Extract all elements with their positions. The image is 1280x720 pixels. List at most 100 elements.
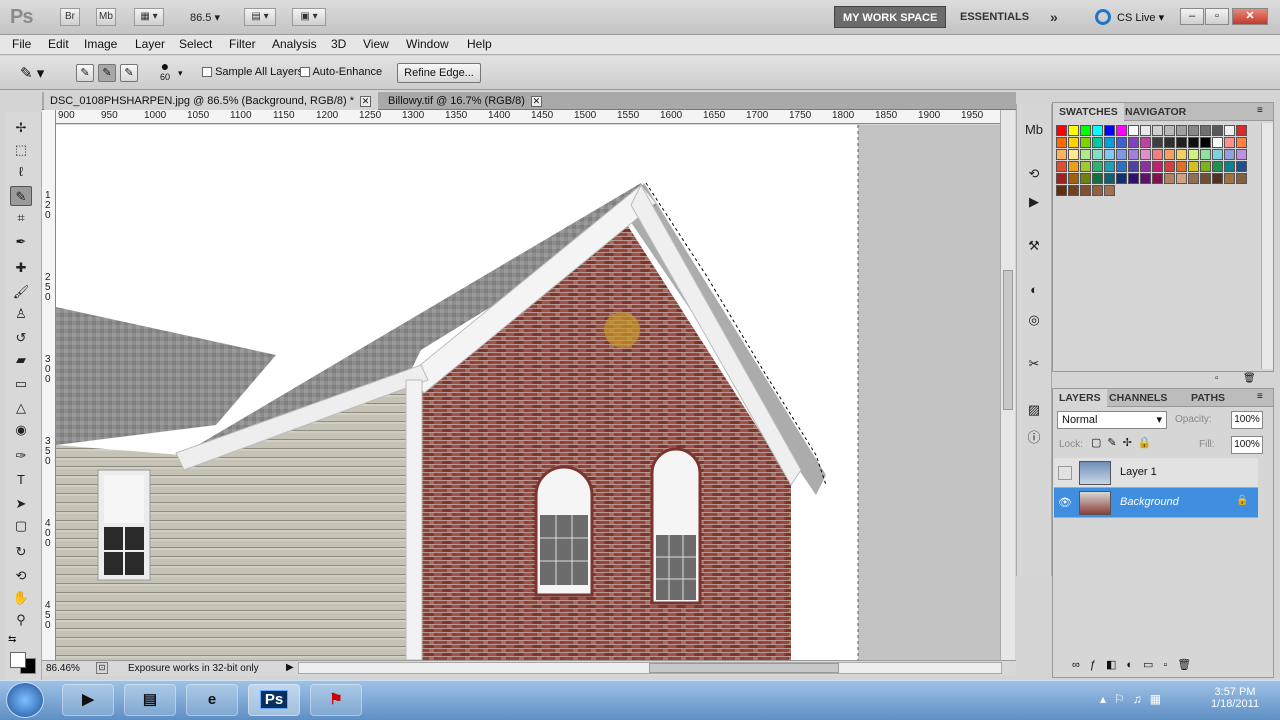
blur-tool[interactable]: △ xyxy=(10,398,32,418)
swatch[interactable] xyxy=(1164,149,1175,160)
swatch[interactable] xyxy=(1116,137,1127,148)
move-tool[interactable]: ✢ xyxy=(10,118,32,138)
tab-layers[interactable]: LAYERS xyxy=(1053,389,1107,407)
swatch[interactable] xyxy=(1080,149,1091,160)
swatch[interactable] xyxy=(1068,185,1079,196)
horizontal-scrollbar[interactable] xyxy=(298,662,1002,674)
gradient-tool[interactable]: ▭ xyxy=(10,374,32,394)
swatch[interactable] xyxy=(1236,173,1247,184)
menu-filter[interactable]: Filter xyxy=(229,37,256,51)
swatch[interactable] xyxy=(1176,161,1187,172)
sample-all-layers-checkbox[interactable]: Sample All Layers xyxy=(202,66,303,78)
delete-swatch-icon[interactable]: 🗑 xyxy=(1243,373,1256,384)
tab-paths[interactable]: PATHS xyxy=(1185,389,1231,407)
screen-mode-button[interactable]: ▣ ▾ xyxy=(292,8,326,26)
crop-tool[interactable]: ⌗ xyxy=(10,208,32,228)
swatch[interactable] xyxy=(1056,173,1067,184)
swatch[interactable] xyxy=(1212,137,1223,148)
fill-field[interactable]: 100% xyxy=(1231,436,1263,454)
swatch[interactable] xyxy=(1128,149,1139,160)
tab-navigator[interactable]: NAVIGATOR xyxy=(1119,103,1192,121)
pen-tool[interactable]: ✑ xyxy=(10,446,32,466)
swatch[interactable] xyxy=(1200,173,1211,184)
swatch[interactable] xyxy=(1188,125,1199,136)
status-icon[interactable]: ⊡ xyxy=(96,662,108,674)
adobe-reader-icon[interactable]: ⚑ xyxy=(310,684,362,716)
3d-rotate-tool[interactable]: ↻ xyxy=(10,542,32,562)
dodge-tool[interactable]: ◉ xyxy=(10,420,32,440)
swatch[interactable] xyxy=(1224,137,1235,148)
menu-window[interactable]: Window xyxy=(406,37,449,51)
swatch[interactable] xyxy=(1212,161,1223,172)
swatch[interactable] xyxy=(1176,125,1187,136)
swatch[interactable] xyxy=(1080,137,1091,148)
swatch[interactable] xyxy=(1212,125,1223,136)
swatch[interactable] xyxy=(1152,173,1163,184)
swatch[interactable] xyxy=(1224,173,1235,184)
mini-bridge-button[interactable]: Mb xyxy=(96,8,116,26)
media-player-icon[interactable]: ▶ xyxy=(62,684,114,716)
swatch[interactable] xyxy=(1104,125,1115,136)
menu-select[interactable]: Select xyxy=(179,37,212,51)
swatch[interactable] xyxy=(1140,161,1151,172)
swatch[interactable] xyxy=(1092,173,1103,184)
healing-brush-tool[interactable]: ✚ xyxy=(10,258,32,278)
menu-layer[interactable]: Layer xyxy=(135,37,165,51)
bridge-button[interactable]: Br xyxy=(60,8,80,26)
swatch[interactable] xyxy=(1236,149,1247,160)
swatch-grid[interactable] xyxy=(1054,123,1260,223)
zoom-level-field[interactable]: 86.5 ▾ xyxy=(190,11,220,24)
swatch[interactable] xyxy=(1056,125,1067,136)
swatch[interactable] xyxy=(1104,137,1115,148)
swatch[interactable] xyxy=(1188,161,1199,172)
menu-file[interactable]: File xyxy=(12,37,31,51)
brush-dropdown-arrow[interactable]: ▾ xyxy=(178,68,183,79)
more-workspaces-button[interactable]: » xyxy=(1042,6,1066,28)
swatch[interactable] xyxy=(1152,149,1163,160)
swatch[interactable] xyxy=(1080,173,1091,184)
menu-edit[interactable]: Edit xyxy=(48,37,69,51)
layer-row-layer-1[interactable]: Layer 1 xyxy=(1054,458,1258,488)
brush-tool[interactable]: 🖌 xyxy=(10,282,32,302)
status-menu-arrow[interactable]: ▶ xyxy=(286,662,294,673)
tool-presets-icon[interactable]: ⚒ xyxy=(1023,236,1045,256)
brush-size-picker[interactable]: ● 60 xyxy=(150,59,180,82)
foreground-color-swatch[interactable] xyxy=(10,652,26,668)
3d-orbit-tool[interactable]: ⟲ xyxy=(10,566,32,586)
swatch[interactable] xyxy=(1080,161,1091,172)
type-tool[interactable]: T xyxy=(10,470,32,490)
history-brush-tool[interactable]: ↺ xyxy=(10,328,32,348)
close-button[interactable]: ✕ xyxy=(1232,8,1268,25)
menu-view[interactable]: View xyxy=(363,37,389,51)
swatch[interactable] xyxy=(1176,137,1187,148)
layer-name[interactable]: Layer 1 xyxy=(1120,466,1157,478)
history-icon[interactable]: ⟲ xyxy=(1023,164,1045,184)
swatch[interactable] xyxy=(1128,173,1139,184)
swatch[interactable] xyxy=(1068,149,1079,160)
clone-stamp-tool[interactable]: ♙ xyxy=(10,304,32,324)
system-tray-icons[interactable]: ▴⚐♫▦ xyxy=(1100,692,1169,706)
swatch[interactable] xyxy=(1176,149,1187,160)
swatch[interactable] xyxy=(1080,185,1091,196)
swatch[interactable] xyxy=(1224,161,1235,172)
refine-edge-button[interactable]: Refine Edge... xyxy=(397,63,481,83)
swatch[interactable] xyxy=(1236,161,1247,172)
vertical-scrollbar[interactable] xyxy=(1000,110,1015,660)
swatch[interactable] xyxy=(1164,161,1175,172)
swatch[interactable] xyxy=(1068,125,1079,136)
swatch[interactable] xyxy=(1212,173,1223,184)
workspace-my-work-space[interactable]: MY WORK SPACE xyxy=(834,6,947,28)
masks-icon[interactable]: ◎ xyxy=(1023,310,1045,330)
swatch[interactable] xyxy=(1164,125,1175,136)
internet-explorer-icon[interactable]: e xyxy=(186,684,238,716)
add-to-selection-icon[interactable]: ✎ xyxy=(98,64,116,82)
clone-source-icon[interactable]: ▨ xyxy=(1023,400,1045,420)
swatch[interactable] xyxy=(1200,161,1211,172)
eraser-tool[interactable]: ▰ xyxy=(10,350,32,370)
swatch[interactable] xyxy=(1188,137,1199,148)
swatch[interactable] xyxy=(1152,161,1163,172)
swatch[interactable] xyxy=(1068,161,1079,172)
info-icon[interactable]: ⓘ xyxy=(1023,428,1045,448)
swatch[interactable] xyxy=(1212,149,1223,160)
visibility-toggle[interactable] xyxy=(1058,466,1072,480)
